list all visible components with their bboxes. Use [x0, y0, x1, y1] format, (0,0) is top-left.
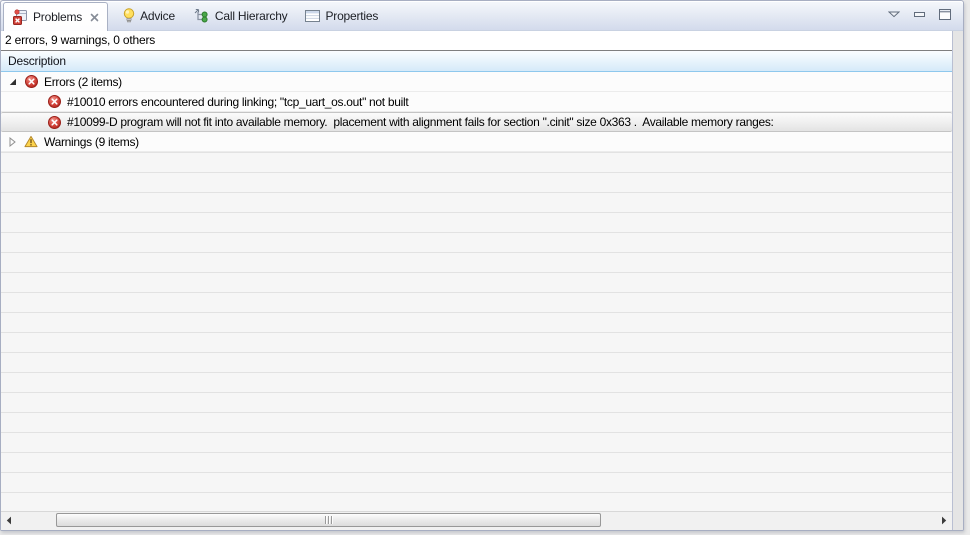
- problems-view-icon: [12, 8, 28, 25]
- lightbulb-icon: [123, 8, 135, 23]
- view-body: 2 errors, 9 warnings, 0 others Descripti…: [1, 31, 963, 530]
- scroll-right-arrow-icon[interactable]: [936, 512, 952, 529]
- problems-view-panel: Problems Advice Call Hierarchy Propertie…: [0, 0, 964, 531]
- vertical-scrollbar-gutter[interactable]: [952, 31, 963, 530]
- warning-icon: [24, 135, 38, 149]
- tab-call-hierarchy[interactable]: Call Hierarchy: [184, 1, 297, 30]
- tab-problems[interactable]: Problems: [3, 2, 109, 31]
- tree-row-label: #10099-D program will not fit into avail…: [67, 115, 774, 129]
- maximize-icon[interactable]: [939, 9, 951, 20]
- close-tab-icon[interactable]: [90, 13, 99, 22]
- empty-rows-area: [1, 152, 952, 511]
- view-menu-chevron-icon[interactable]: [888, 11, 900, 18]
- tree-row-label: #10010 errors encountered during linking…: [67, 94, 409, 109]
- tab-label-properties: Properties: [325, 9, 379, 23]
- column-header-description[interactable]: Description: [1, 51, 952, 72]
- problems-view-screenshot: Problems Advice Call Hierarchy Propertie…: [0, 0, 970, 535]
- error-icon: [24, 75, 38, 89]
- tree-row-warnings-group[interactable]: Warnings (9 items): [1, 132, 952, 152]
- problems-tree: Errors (2 items) #10010 errors encounter…: [1, 72, 952, 511]
- properties-table-icon: [305, 9, 321, 22]
- error-icon: [47, 95, 61, 109]
- problems-table: 2 errors, 9 warnings, 0 others Descripti…: [1, 31, 952, 530]
- tree-row-label: Errors (2 items): [44, 74, 122, 89]
- collapse-arrow-icon[interactable]: [9, 78, 19, 86]
- summary-bar: 2 errors, 9 warnings, 0 others: [1, 31, 952, 51]
- view-toolbar: [888, 9, 963, 22]
- scroll-left-arrow-icon[interactable]: [1, 512, 17, 529]
- tree-row-label: Warnings (9 items): [44, 134, 139, 149]
- call-hierarchy-icon: [193, 8, 210, 23]
- tab-label-call-hierarchy: Call Hierarchy: [214, 9, 288, 23]
- tree-row-errors-group[interactable]: Errors (2 items): [1, 72, 952, 92]
- column-header-label: Description: [8, 54, 66, 68]
- tree-row-error-10099-selected[interactable]: #10099-D program will not fit into avail…: [1, 112, 952, 132]
- tree-row-error-10010[interactable]: #10010 errors encountered during linking…: [1, 92, 952, 112]
- error-icon: [47, 115, 61, 129]
- tab-properties[interactable]: Properties: [296, 1, 387, 30]
- tab-advice[interactable]: Advice: [114, 1, 184, 30]
- horizontal-scrollbar[interactable]: [1, 511, 952, 530]
- expand-arrow-icon[interactable]: [9, 136, 19, 147]
- scrollbar-thumb[interactable]: [56, 513, 601, 527]
- tab-bar: Problems Advice Call Hierarchy Propertie…: [1, 1, 963, 31]
- tab-label-advice: Advice: [140, 9, 175, 23]
- minimize-icon[interactable]: [914, 12, 925, 17]
- tab-label-problems: Problems: [33, 10, 83, 24]
